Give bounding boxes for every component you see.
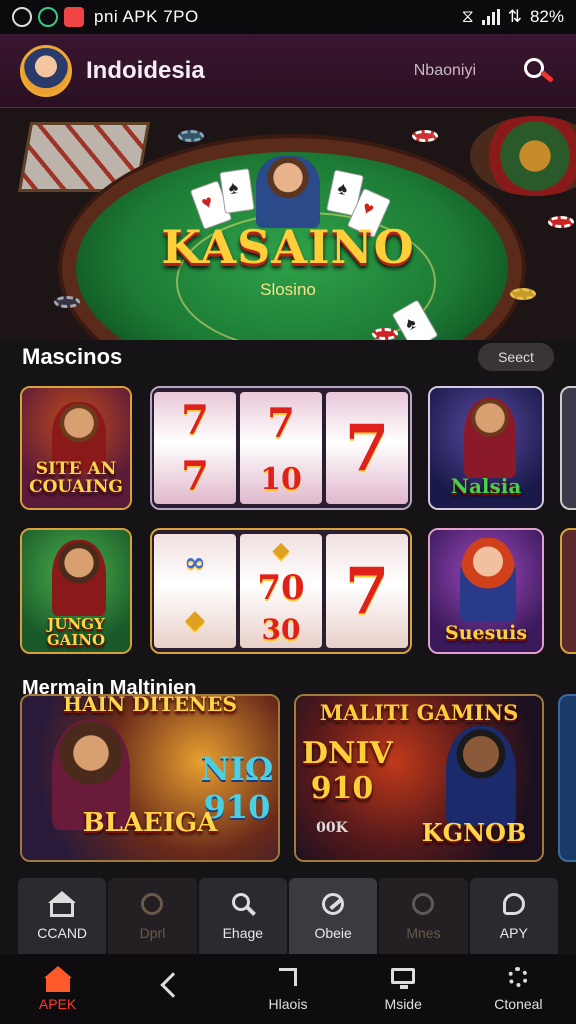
poker-chip-icon xyxy=(178,130,204,142)
banner-caption: KGNOB xyxy=(421,818,527,847)
game-title: Nalsia xyxy=(450,474,522,498)
game-tile[interactable] xyxy=(560,528,576,654)
slot-reel: ◆ 70 30 xyxy=(240,534,322,648)
game-title: SITE AN COUAING xyxy=(29,459,123,497)
character-image xyxy=(464,398,516,478)
nav-share[interactable]: Hlaois xyxy=(230,954,345,1024)
status-right: ⧖ ⇅ 82% xyxy=(462,7,564,27)
slot-reel: 7 10 xyxy=(240,392,322,504)
bottom-navigation: APEK Hlaois Mside Ctoneal xyxy=(0,954,576,1024)
nav-settings[interactable]: Ctoneal xyxy=(461,954,576,1024)
banner-number: DNIV 910 xyxy=(302,736,393,806)
banner-top-text: MALITI GAMINS xyxy=(319,700,519,725)
store-notification-icon xyxy=(64,7,84,27)
app-header: Indoidesia Nbaoniyi xyxy=(0,34,576,108)
coin-icon xyxy=(137,891,167,919)
app-screen: pni APK 7PO ⧖ ⇅ 82% Indoidesia Nbaoniyi xyxy=(0,0,576,1024)
select-button[interactable]: Seect xyxy=(478,343,554,371)
character-image xyxy=(52,540,106,616)
data-icon: ⇅ xyxy=(507,7,522,26)
dealer-image xyxy=(256,156,320,228)
avatar[interactable] xyxy=(20,44,72,97)
hero-banner[interactable]: KASAINO Slosino xyxy=(0,108,576,340)
gear-icon xyxy=(503,966,533,990)
character-image xyxy=(460,538,516,622)
header-nav-link[interactable]: Nbaoniyi xyxy=(414,62,476,80)
tab-home[interactable]: CCAND xyxy=(18,878,107,954)
controller-icon xyxy=(408,891,438,919)
hero-title: KASAINO xyxy=(161,220,415,274)
featured-game-banner[interactable] xyxy=(558,694,576,862)
hero-subtitle: Slosino xyxy=(260,280,316,299)
game-tile[interactable]: SITE AN COUAING xyxy=(20,386,132,510)
featured-game-banner[interactable]: MALITI GAMINS DNIV 910 00K KGNOB xyxy=(294,694,544,862)
status-title: pni APK 7PO xyxy=(94,7,199,26)
banner-top-text: HAIN DITENES xyxy=(63,694,237,716)
vibrate-icon: ⧖ xyxy=(461,7,474,26)
nav-screen[interactable]: Mside xyxy=(346,954,461,1024)
banner-caption: BLAEIGA xyxy=(82,808,218,838)
battery-level: 82% xyxy=(529,7,564,26)
back-triangle-icon xyxy=(158,972,188,998)
game-tile[interactable]: JUNGY GAINO xyxy=(20,528,132,654)
search-button[interactable] xyxy=(522,54,556,88)
section-title-casinos: Mascinos xyxy=(22,344,123,369)
slot-reel: 77 xyxy=(154,392,236,504)
game-title: Suesuis xyxy=(444,622,528,644)
app-brand: Indoidesia xyxy=(86,56,205,84)
game-tile[interactable]: Suesuis xyxy=(428,528,544,654)
poker-chip-icon xyxy=(372,328,398,340)
slot-game-tile[interactable]: ∞ ◆ ◆ 70 30 7 xyxy=(150,528,412,654)
slot-reel: ∞ ◆ xyxy=(154,534,236,648)
tab-search[interactable]: Ehage xyxy=(198,878,287,954)
roulette-image xyxy=(470,116,576,196)
slot-game-tile[interactable]: 77 7 10 7 xyxy=(150,386,412,510)
edit-icon xyxy=(318,891,348,919)
game-tile[interactable]: Nalsia xyxy=(428,386,544,510)
nav-home[interactable]: APEK xyxy=(0,954,115,1024)
game-tile[interactable] xyxy=(560,386,576,510)
home-icon xyxy=(43,966,73,992)
home-icon xyxy=(47,891,77,919)
game-title: JUNGY GAINO xyxy=(46,615,106,649)
tab-profile[interactable]: Obeie xyxy=(288,878,378,954)
share-icon xyxy=(273,966,303,990)
slot-reel: 7 xyxy=(326,534,408,648)
status-bar: pni APK 7PO ⧖ ⇅ 82% xyxy=(0,0,576,34)
search-icon xyxy=(228,891,258,919)
whatsapp-icon xyxy=(12,7,32,27)
chat-icon xyxy=(499,891,529,919)
playing-card-icon xyxy=(219,168,255,214)
signal-icon xyxy=(481,9,500,25)
tab-games[interactable]: Mnes xyxy=(379,878,468,954)
tab-app[interactable]: APY xyxy=(469,878,558,954)
character-image xyxy=(446,726,516,826)
slot-reel: 7 xyxy=(326,392,408,504)
nav-back[interactable] xyxy=(115,954,230,1024)
monitor-icon xyxy=(388,966,418,990)
category-tabs: CCAND Dprl Ehage Obeie Mnes APY xyxy=(18,878,558,954)
app-notification-icon xyxy=(38,7,58,27)
banner-small-text: 00K xyxy=(316,820,348,836)
featured-game-banner[interactable]: HAIN DITENES NIΩ 910 BLAEIGA xyxy=(20,694,280,862)
poker-chip-icon xyxy=(412,130,438,142)
tab-deposit[interactable]: Dprl xyxy=(108,878,197,954)
